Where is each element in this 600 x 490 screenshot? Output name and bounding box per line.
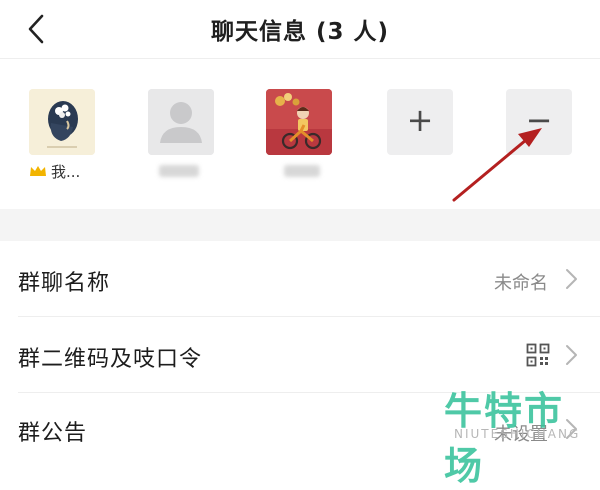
member-item[interactable]: [148, 89, 214, 181]
page-title: 聊天信息 (3 人): [210, 19, 390, 45]
group-name-row[interactable]: 群聊名称 未命名: [0, 241, 600, 317]
default-user-icon: [148, 89, 214, 155]
avatar[interactable]: [148, 89, 214, 155]
group-qr-row[interactable]: 群二维码及吱口令: [0, 317, 600, 393]
crown-icon: [30, 166, 46, 176]
member-name-owner: 我...: [29, 161, 95, 181]
group-notice-row[interactable]: 群公告 未设置: [0, 393, 600, 469]
plus-icon: +: [406, 101, 434, 139]
blurred-name: [159, 165, 199, 177]
member-name-blurred: [148, 161, 214, 181]
group-name-value: 未命名: [494, 273, 548, 294]
minus-icon: −: [525, 101, 553, 139]
owner-avatar-art: [29, 89, 95, 155]
blurred-name: [284, 165, 320, 177]
group-qr-label: 群二维码及吱口令: [18, 347, 203, 372]
group-notice-label: 群公告: [18, 421, 88, 446]
illustrated-avatar-art: [266, 89, 332, 155]
remove-member-button[interactable]: −: [506, 89, 572, 155]
nav-header: 聊天信息 (3 人): [0, 0, 600, 59]
owner-name-label: 我...: [51, 162, 81, 181]
avatar[interactable]: [266, 89, 332, 155]
group-notice-value: 未设置: [494, 424, 548, 445]
avatar[interactable]: [29, 89, 95, 155]
qr-code-icon: [526, 343, 550, 367]
member-name-blurred: [266, 161, 332, 181]
add-member-button[interactable]: +: [387, 89, 453, 155]
section-separator: [0, 209, 600, 241]
chevron-right-icon: [566, 269, 577, 289]
member-grid: 我... + −: [0, 59, 600, 209]
member-item[interactable]: [266, 89, 332, 181]
chevron-right-icon: [566, 345, 577, 365]
chevron-right-icon: [566, 419, 577, 439]
group-name-label: 群聊名称: [18, 271, 111, 296]
member-item-owner[interactable]: 我...: [29, 89, 95, 181]
